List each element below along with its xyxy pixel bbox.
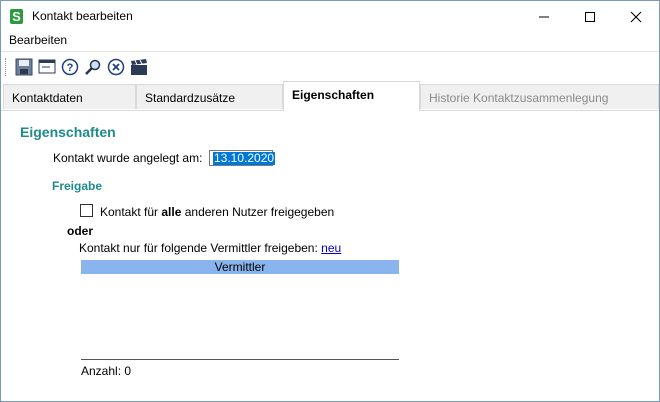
- tab-label: Kontaktdaten: [12, 91, 83, 105]
- or-label: oder: [67, 224, 94, 238]
- window-title: Kontakt bearbeiten: [32, 9, 133, 23]
- tab-historie-kontaktzusammenlegung: Historie Kontaktzusammenlegung: [420, 84, 659, 109]
- created-date-field[interactable]: 13.10.2020: [209, 150, 276, 166]
- share-all-prefix: Kontakt für: [100, 205, 159, 219]
- close-icon: [630, 11, 642, 23]
- menu-bearbeiten[interactable]: Bearbeiten: [9, 33, 67, 47]
- share-specific-row: Kontakt nur für folgende Vermittler frei…: [79, 241, 341, 255]
- share-all-checkbox[interactable]: [80, 204, 93, 217]
- tab-standardzusaetze[interactable]: Standardzusätze: [136, 84, 283, 109]
- toolbar: ?: [1, 51, 659, 82]
- cancel-button[interactable]: [106, 57, 126, 77]
- search-button[interactable]: [83, 57, 103, 77]
- window: S Kontakt bearbeiten Bearbeiten ? Kontak…: [0, 0, 660, 402]
- share-all-suffix: anderen Nutzer freigegeben: [184, 205, 335, 219]
- maximize-icon: [585, 12, 595, 22]
- tab-label: Historie Kontaktzusammenlegung: [429, 91, 609, 105]
- count-label: Anzahl: 0: [81, 364, 132, 378]
- search-icon: [85, 59, 101, 75]
- tab-label: Eigenschaften: [292, 88, 375, 102]
- tab-eigenschaften[interactable]: Eigenschaften: [283, 81, 420, 111]
- save-button[interactable]: [14, 57, 34, 77]
- cancel-icon: [107, 58, 125, 76]
- window-button[interactable]: [37, 57, 57, 77]
- created-label: Kontakt wurde angelegt am:: [53, 151, 203, 165]
- title-bar: S Kontakt bearbeiten: [1, 1, 659, 32]
- created-date-value: 13.10.2020: [213, 151, 276, 165]
- minimize-icon: [539, 16, 549, 18]
- tab-bar: Kontaktdaten Standardzusätze Eigenschaft…: [1, 81, 659, 111]
- grid-header-vermittler[interactable]: Vermittler: [81, 260, 399, 274]
- maximize-button[interactable]: [567, 1, 613, 32]
- help-icon: ?: [61, 58, 79, 76]
- properties-panel: Eigenschaften Kontakt wurde angelegt am:…: [1, 111, 659, 401]
- clapper-icon: [131, 59, 147, 75]
- window-icon: [38, 59, 56, 74]
- save-icon: [15, 58, 33, 76]
- close-button[interactable]: [613, 1, 659, 32]
- svg-text:?: ?: [67, 62, 74, 74]
- help-button[interactable]: ?: [60, 57, 80, 77]
- toolbar-grip[interactable]: [5, 58, 8, 76]
- tab-kontaktdaten[interactable]: Kontaktdaten: [3, 84, 136, 109]
- release-group-title: Freigabe: [52, 179, 103, 193]
- share-all-bold: alle: [161, 205, 182, 219]
- section-title: Eigenschaften: [20, 124, 116, 140]
- minimize-button[interactable]: [521, 1, 567, 32]
- clapper-button[interactable]: [129, 57, 149, 77]
- share-specific-label: Kontakt nur für folgende Vermittler frei…: [79, 241, 318, 255]
- menu-bar: Bearbeiten: [1, 32, 659, 50]
- app-icon: S: [10, 9, 23, 24]
- tab-label: Standardzusätze: [145, 91, 236, 105]
- grid-bottom-border: [81, 359, 399, 360]
- new-link[interactable]: neu: [321, 241, 341, 255]
- share-all-label: Kontakt für alle anderen Nutzer freigege…: [100, 205, 334, 219]
